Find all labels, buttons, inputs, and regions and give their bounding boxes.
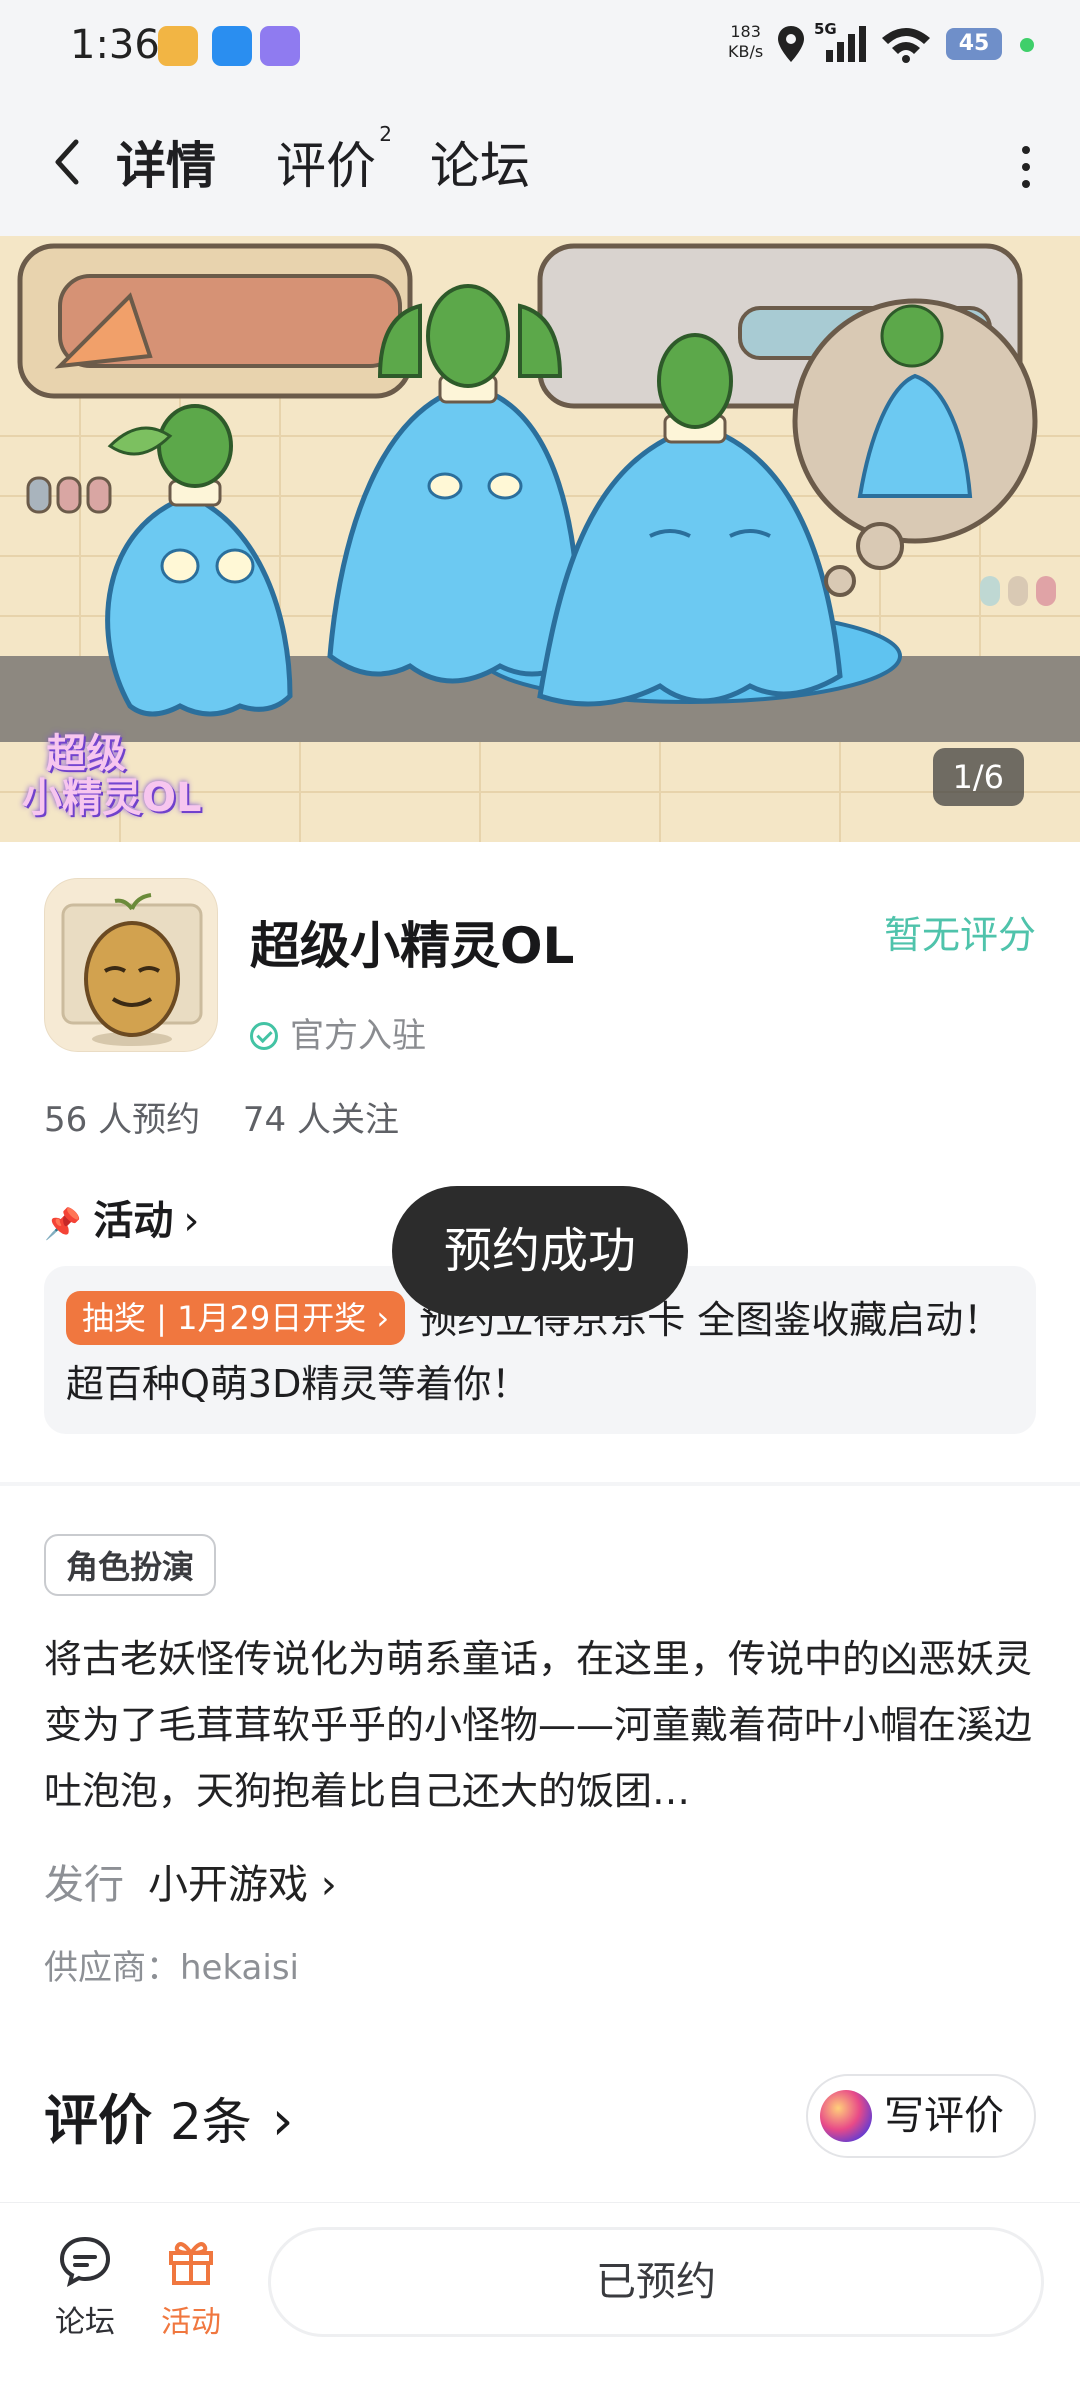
activity-header[interactable]: 📌 活动 › <box>44 1188 199 1246</box>
tab-detail[interactable]: 详情 <box>116 126 216 198</box>
wifi-icon <box>882 28 930 63</box>
bottom-action-bar: 论坛 活动 已预约 <box>0 2202 1080 2400</box>
status-bar: 1:36 183 KB/s 5G 45 <box>0 0 1080 96</box>
forum-chat-icon <box>59 2236 111 2287</box>
game-logo: 超级 小精灵OL <box>22 731 202 821</box>
game-stats: 56 人预约 74 人关注 <box>44 1092 431 1141</box>
game-detail-section: 角色扮演 将古老妖怪传说化为萌系童话，在这里，传说中的凶恶妖灵变为了毛茸茸软乎乎… <box>0 1486 1080 2202</box>
game-app-icon <box>44 878 218 1052</box>
reviews-header[interactable]: 评价 2条 › <box>44 2076 293 2155</box>
privacy-dot-icon <box>1020 38 1034 52</box>
chevron-right-icon: › <box>183 1198 200 1244</box>
reserved-button[interactable]: 已预约 <box>268 2227 1044 2337</box>
official-badge: 官方入驻 <box>250 1008 426 1057</box>
genre-tag[interactable]: 角色扮演 <box>44 1534 217 1596</box>
game-description[interactable]: 将古老妖怪传说化为萌系童话，在这里，传说中的凶恶妖灵变为了毛茸茸软乎乎的小怪物—… <box>44 1626 1044 1824</box>
tab-forum[interactable]: 论坛 <box>430 126 530 198</box>
screenshot-carousel[interactable]: 超级 小精灵OL 1/6 <box>0 236 1080 842</box>
pin-icon: 📌 <box>44 1207 82 1242</box>
notification-app-icon <box>158 26 198 66</box>
activity-button[interactable]: 活动 <box>146 2233 236 2341</box>
battery-icon: 45 <box>946 28 1002 60</box>
carousel-page-indicator: 1/6 <box>932 748 1024 806</box>
reservation-count: 56 人预约 <box>44 1100 201 1140</box>
review-count: 2条 <box>170 2093 252 2151</box>
chevron-right-icon: › <box>271 2089 294 2152</box>
notification-app-icon <box>260 26 300 66</box>
tab-review[interactable]: 评价 2 <box>276 122 392 198</box>
supplier-info: 供应商：hekaisi <box>44 1948 299 1988</box>
write-review-button[interactable]: 写评价 <box>806 2074 1036 2158</box>
verified-check-icon <box>250 1022 278 1050</box>
signal-icon <box>826 26 866 62</box>
follower-count: 74 人关注 <box>242 1100 399 1140</box>
net-speed: 183 KB/s <box>728 22 764 61</box>
more-options-icon[interactable] <box>1006 142 1046 192</box>
potato-icon <box>61 893 203 1046</box>
notification-app-icon <box>212 26 252 66</box>
lottery-tag[interactable]: 抽奖 | 1月29日开奖 › <box>66 1291 406 1345</box>
review-count-badge: 2 <box>379 122 392 146</box>
game-title: 超级小精灵OL <box>250 917 575 975</box>
location-icon <box>778 26 804 62</box>
back-arrow-icon[interactable] <box>40 132 100 192</box>
chevron-right-icon: › <box>308 1862 337 1908</box>
rating-score: 暂无评分 <box>883 913 1036 957</box>
forum-button[interactable]: 论坛 <box>40 2233 130 2341</box>
publisher-label: 发行 <box>44 1862 124 1908</box>
top-nav: 详情 评价 2 论坛 <box>0 96 1080 236</box>
game-info-section: 超级小精灵OL 官方入驻 暂无评分 56 人预约 74 人关注 📌 活动 › 抽奖 … <box>0 842 1080 1482</box>
gift-icon <box>169 2242 213 2285</box>
status-time: 1:36 <box>70 22 160 68</box>
publisher-row[interactable]: 发行 小开游戏 › <box>44 1852 337 1910</box>
review-orb-icon <box>820 2090 872 2142</box>
reservation-success-toast: 预约成功 <box>392 1186 688 1316</box>
publisher-name: 小开游戏 <box>148 1862 308 1908</box>
